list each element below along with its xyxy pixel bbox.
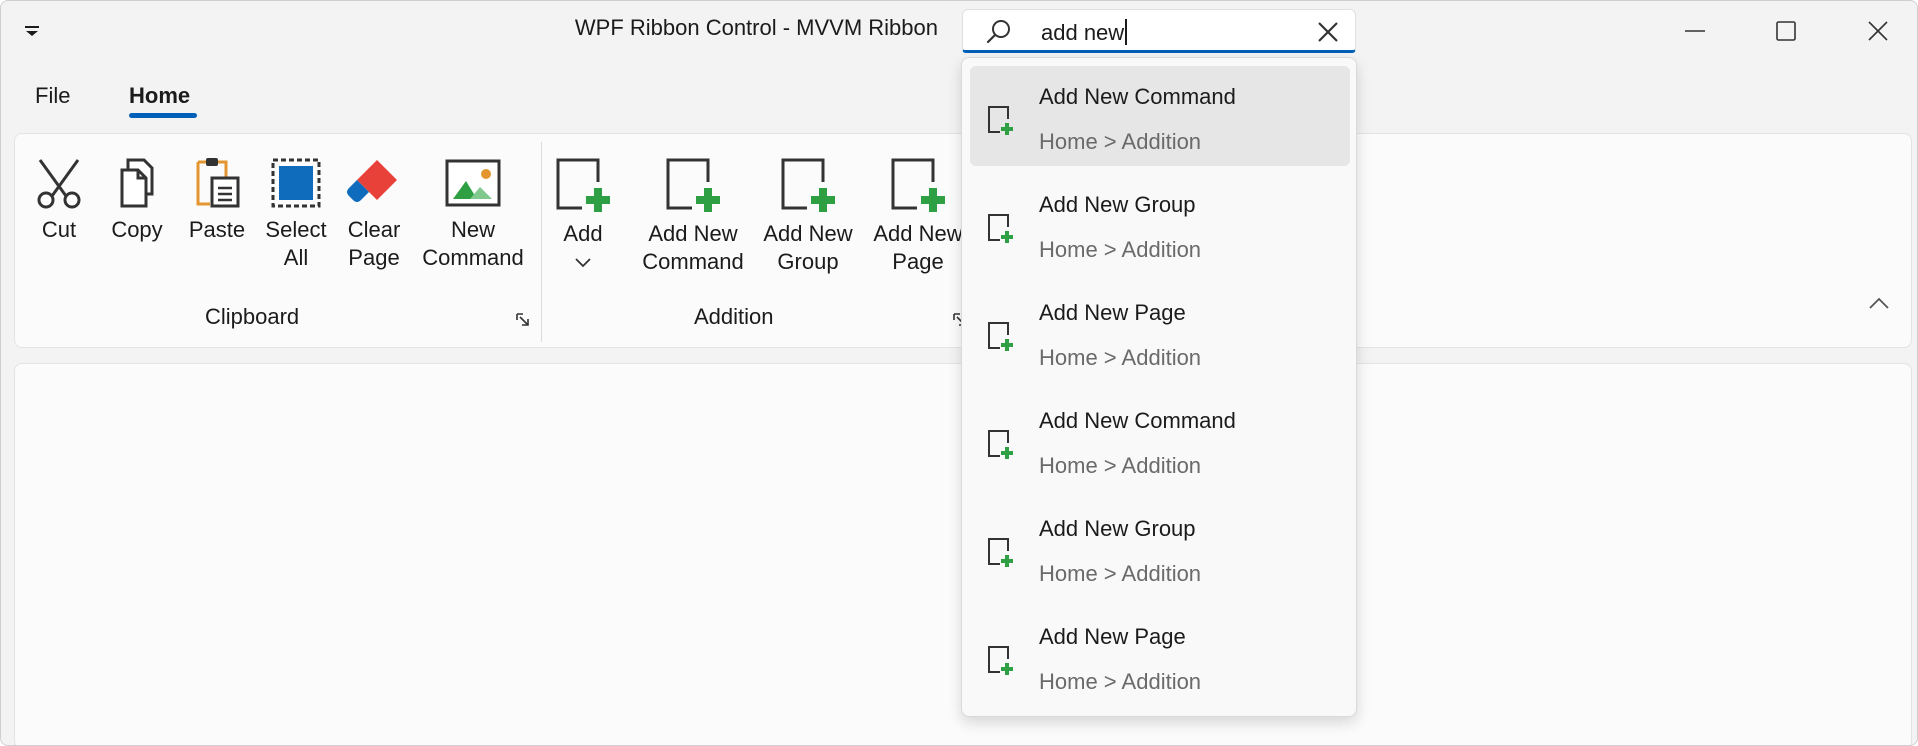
search-box[interactable]: add new	[962, 9, 1356, 53]
clipboard-group-label: Clipboard	[205, 304, 300, 329]
search-result-item[interactable]: Add New Command Home > Addition	[970, 390, 1350, 490]
search-result-item[interactable]: Add New Group Home > Addition	[970, 498, 1350, 598]
add-document-icon	[988, 214, 1013, 243]
paste-icon	[196, 158, 240, 208]
search-icon	[986, 20, 1010, 44]
image-icon	[445, 159, 501, 207]
search-results-dropdown: Add New Command Home > Addition Add New …	[961, 57, 1357, 717]
maximize-icon	[1776, 21, 1796, 41]
result-path: Home > Addition	[1039, 561, 1202, 586]
result-title: Add New Command	[1039, 84, 1236, 109]
add-dropdown-button[interactable]: Add	[553, 156, 613, 276]
clear-search-icon[interactable]	[1315, 19, 1341, 45]
group-separator	[541, 142, 542, 342]
add-document-icon	[988, 646, 1013, 675]
search-result-item[interactable]: Add New Group Home > Addition	[970, 174, 1350, 274]
clipboard-dialog-launcher-icon[interactable]	[515, 312, 531, 328]
add-document-icon	[891, 158, 945, 212]
paste-button[interactable]: Paste	[185, 156, 249, 244]
result-title: Add New Page	[1039, 300, 1186, 325]
add-new-group-button[interactable]: Add New Group	[756, 156, 860, 276]
addition-group-label: Addition	[694, 304, 774, 329]
result-path: Home > Addition	[1039, 345, 1202, 370]
minimize-button[interactable]	[1665, 11, 1725, 51]
quick-access-dropdown-icon[interactable]	[21, 21, 45, 41]
result-title: Add New Command	[1039, 408, 1236, 433]
add-new-page-button[interactable]: Add New Page	[868, 156, 968, 276]
add-document-icon	[988, 538, 1013, 567]
close-button[interactable]	[1848, 11, 1908, 51]
clear-page-button[interactable]: Clear Page	[341, 156, 407, 272]
search-result-item[interactable]: Add New Command Home > Addition	[970, 66, 1350, 166]
result-path: Home > Addition	[1039, 453, 1202, 478]
result-title: Add New Group	[1039, 516, 1196, 541]
cut-button[interactable]: Cut	[29, 156, 89, 244]
add-document-icon	[556, 158, 610, 212]
result-path: Home > Addition	[1039, 129, 1202, 154]
maximize-button[interactable]	[1756, 11, 1816, 51]
copy-icon	[120, 158, 154, 208]
tab-file[interactable]: File	[35, 83, 70, 109]
new-command-button[interactable]: New Command	[417, 156, 529, 272]
minimize-icon	[1685, 30, 1705, 32]
add-new-command-button[interactable]: Add New Command	[632, 156, 754, 276]
select-all-button[interactable]: Select All	[261, 156, 331, 272]
app-window: WPF Ribbon Control - MVVM Ribbon add new…	[0, 0, 1918, 746]
search-result-item[interactable]: Add New Page Home > Addition	[970, 606, 1350, 706]
add-document-icon	[666, 158, 720, 212]
result-path: Home > Addition	[1039, 237, 1202, 262]
search-result-item[interactable]: Add New Page Home > Addition	[970, 282, 1350, 382]
add-document-icon	[781, 158, 835, 212]
select-all-icon	[271, 158, 321, 208]
close-icon	[1868, 21, 1888, 41]
result-title: Add New Group	[1039, 192, 1196, 217]
result-title: Add New Page	[1039, 624, 1186, 649]
eraser-icon	[347, 160, 397, 202]
chevron-down-icon	[575, 258, 591, 268]
scissors-icon	[37, 159, 81, 209]
tab-home[interactable]: Home	[129, 83, 190, 109]
collapse-ribbon-icon[interactable]	[1868, 296, 1890, 310]
result-path: Home > Addition	[1039, 669, 1202, 694]
add-document-icon	[988, 106, 1013, 135]
add-document-icon	[988, 322, 1013, 351]
add-document-icon	[988, 430, 1013, 459]
search-input[interactable]: add new	[1041, 19, 1127, 46]
copy-button[interactable]: Copy	[107, 156, 167, 244]
active-tab-indicator	[129, 113, 197, 118]
